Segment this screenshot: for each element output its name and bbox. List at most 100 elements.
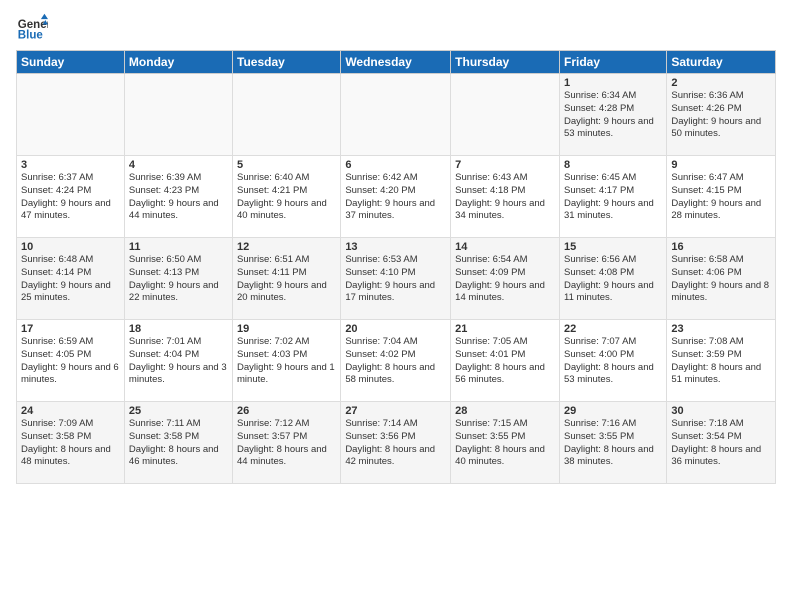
- calendar-cell: 3Sunrise: 6:37 AM Sunset: 4:24 PM Daylig…: [17, 156, 125, 238]
- day-info: Sunrise: 6:34 AM Sunset: 4:28 PM Dayligh…: [564, 90, 662, 141]
- day-info: Sunrise: 7:05 AM Sunset: 4:01 PM Dayligh…: [455, 336, 555, 387]
- calendar-cell: 26Sunrise: 7:12 AM Sunset: 3:57 PM Dayli…: [233, 402, 341, 484]
- calendar-cell: 11Sunrise: 6:50 AM Sunset: 4:13 PM Dayli…: [124, 238, 232, 320]
- page: General Blue SundayMondayTuesdayWednesda…: [0, 0, 792, 612]
- day-info: Sunrise: 6:43 AM Sunset: 4:18 PM Dayligh…: [455, 172, 555, 223]
- day-number: 9: [671, 159, 771, 171]
- day-number: 8: [564, 159, 662, 171]
- calendar-week: 3Sunrise: 6:37 AM Sunset: 4:24 PM Daylig…: [17, 156, 776, 238]
- day-number: 16: [671, 241, 771, 253]
- day-info: Sunrise: 7:18 AM Sunset: 3:54 PM Dayligh…: [671, 418, 771, 469]
- day-info: Sunrise: 6:39 AM Sunset: 4:23 PM Dayligh…: [129, 172, 228, 223]
- day-info: Sunrise: 6:42 AM Sunset: 4:20 PM Dayligh…: [345, 172, 446, 223]
- svg-text:Blue: Blue: [18, 30, 44, 42]
- weekday-header: Friday: [559, 51, 666, 74]
- calendar-cell: 30Sunrise: 7:18 AM Sunset: 3:54 PM Dayli…: [667, 402, 776, 484]
- header-row: SundayMondayTuesdayWednesdayThursdayFrid…: [17, 51, 776, 74]
- day-number: 10: [21, 241, 120, 253]
- calendar-week: 24Sunrise: 7:09 AM Sunset: 3:58 PM Dayli…: [17, 402, 776, 484]
- calendar-cell: 28Sunrise: 7:15 AM Sunset: 3:55 PM Dayli…: [451, 402, 560, 484]
- day-info: Sunrise: 6:48 AM Sunset: 4:14 PM Dayligh…: [21, 254, 120, 305]
- day-number: 17: [21, 323, 120, 335]
- calendar-cell: 24Sunrise: 7:09 AM Sunset: 3:58 PM Dayli…: [17, 402, 125, 484]
- calendar-cell: 18Sunrise: 7:01 AM Sunset: 4:04 PM Dayli…: [124, 320, 232, 402]
- day-info: Sunrise: 7:12 AM Sunset: 3:57 PM Dayligh…: [237, 418, 336, 469]
- day-number: 23: [671, 323, 771, 335]
- calendar-week: 17Sunrise: 6:59 AM Sunset: 4:05 PM Dayli…: [17, 320, 776, 402]
- calendar: SundayMondayTuesdayWednesdayThursdayFrid…: [16, 50, 776, 484]
- calendar-cell: 7Sunrise: 6:43 AM Sunset: 4:18 PM Daylig…: [451, 156, 560, 238]
- day-number: 27: [345, 405, 446, 417]
- day-number: 1: [564, 77, 662, 89]
- calendar-cell: [451, 74, 560, 156]
- day-info: Sunrise: 6:37 AM Sunset: 4:24 PM Dayligh…: [21, 172, 120, 223]
- day-number: 18: [129, 323, 228, 335]
- calendar-cell: 14Sunrise: 6:54 AM Sunset: 4:09 PM Dayli…: [451, 238, 560, 320]
- day-number: 19: [237, 323, 336, 335]
- calendar-cell: 20Sunrise: 7:04 AM Sunset: 4:02 PM Dayli…: [341, 320, 451, 402]
- day-number: 24: [21, 405, 120, 417]
- day-info: Sunrise: 7:02 AM Sunset: 4:03 PM Dayligh…: [237, 336, 336, 387]
- weekday-header: Wednesday: [341, 51, 451, 74]
- logo: General Blue: [16, 12, 52, 44]
- calendar-cell: 2Sunrise: 6:36 AM Sunset: 4:26 PM Daylig…: [667, 74, 776, 156]
- day-info: Sunrise: 6:50 AM Sunset: 4:13 PM Dayligh…: [129, 254, 228, 305]
- day-info: Sunrise: 6:59 AM Sunset: 4:05 PM Dayligh…: [21, 336, 120, 387]
- weekday-header: Saturday: [667, 51, 776, 74]
- calendar-cell: 22Sunrise: 7:07 AM Sunset: 4:00 PM Dayli…: [559, 320, 666, 402]
- day-info: Sunrise: 6:47 AM Sunset: 4:15 PM Dayligh…: [671, 172, 771, 223]
- logo-icon: General Blue: [16, 12, 48, 44]
- day-number: 7: [455, 159, 555, 171]
- day-info: Sunrise: 6:45 AM Sunset: 4:17 PM Dayligh…: [564, 172, 662, 223]
- calendar-cell: 8Sunrise: 6:45 AM Sunset: 4:17 PM Daylig…: [559, 156, 666, 238]
- day-info: Sunrise: 7:04 AM Sunset: 4:02 PM Dayligh…: [345, 336, 446, 387]
- day-info: Sunrise: 7:09 AM Sunset: 3:58 PM Dayligh…: [21, 418, 120, 469]
- day-number: 26: [237, 405, 336, 417]
- day-number: 15: [564, 241, 662, 253]
- day-number: 25: [129, 405, 228, 417]
- day-number: 20: [345, 323, 446, 335]
- day-number: 4: [129, 159, 228, 171]
- day-info: Sunrise: 7:15 AM Sunset: 3:55 PM Dayligh…: [455, 418, 555, 469]
- day-number: 21: [455, 323, 555, 335]
- weekday-header: Tuesday: [233, 51, 341, 74]
- calendar-cell: [341, 74, 451, 156]
- day-info: Sunrise: 7:16 AM Sunset: 3:55 PM Dayligh…: [564, 418, 662, 469]
- day-info: Sunrise: 7:08 AM Sunset: 3:59 PM Dayligh…: [671, 336, 771, 387]
- day-number: 22: [564, 323, 662, 335]
- calendar-cell: 23Sunrise: 7:08 AM Sunset: 3:59 PM Dayli…: [667, 320, 776, 402]
- calendar-cell: 19Sunrise: 7:02 AM Sunset: 4:03 PM Dayli…: [233, 320, 341, 402]
- calendar-cell: [124, 74, 232, 156]
- day-info: Sunrise: 7:11 AM Sunset: 3:58 PM Dayligh…: [129, 418, 228, 469]
- calendar-cell: 16Sunrise: 6:58 AM Sunset: 4:06 PM Dayli…: [667, 238, 776, 320]
- calendar-cell: 4Sunrise: 6:39 AM Sunset: 4:23 PM Daylig…: [124, 156, 232, 238]
- calendar-week: 1Sunrise: 6:34 AM Sunset: 4:28 PM Daylig…: [17, 74, 776, 156]
- day-number: 28: [455, 405, 555, 417]
- day-info: Sunrise: 6:40 AM Sunset: 4:21 PM Dayligh…: [237, 172, 336, 223]
- calendar-cell: 12Sunrise: 6:51 AM Sunset: 4:11 PM Dayli…: [233, 238, 341, 320]
- weekday-header: Thursday: [451, 51, 560, 74]
- calendar-cell: 25Sunrise: 7:11 AM Sunset: 3:58 PM Dayli…: [124, 402, 232, 484]
- calendar-cell: 1Sunrise: 6:34 AM Sunset: 4:28 PM Daylig…: [559, 74, 666, 156]
- day-number: 2: [671, 77, 771, 89]
- calendar-cell: 15Sunrise: 6:56 AM Sunset: 4:08 PM Dayli…: [559, 238, 666, 320]
- day-info: Sunrise: 6:54 AM Sunset: 4:09 PM Dayligh…: [455, 254, 555, 305]
- day-number: 3: [21, 159, 120, 171]
- header: General Blue: [16, 12, 776, 44]
- weekday-header: Monday: [124, 51, 232, 74]
- calendar-cell: 6Sunrise: 6:42 AM Sunset: 4:20 PM Daylig…: [341, 156, 451, 238]
- day-info: Sunrise: 6:53 AM Sunset: 4:10 PM Dayligh…: [345, 254, 446, 305]
- day-number: 5: [237, 159, 336, 171]
- day-info: Sunrise: 6:51 AM Sunset: 4:11 PM Dayligh…: [237, 254, 336, 305]
- day-number: 30: [671, 405, 771, 417]
- day-number: 29: [564, 405, 662, 417]
- calendar-cell: [233, 74, 341, 156]
- calendar-cell: 29Sunrise: 7:16 AM Sunset: 3:55 PM Dayli…: [559, 402, 666, 484]
- day-info: Sunrise: 7:14 AM Sunset: 3:56 PM Dayligh…: [345, 418, 446, 469]
- day-number: 11: [129, 241, 228, 253]
- day-info: Sunrise: 6:56 AM Sunset: 4:08 PM Dayligh…: [564, 254, 662, 305]
- calendar-week: 10Sunrise: 6:48 AM Sunset: 4:14 PM Dayli…: [17, 238, 776, 320]
- calendar-cell: 17Sunrise: 6:59 AM Sunset: 4:05 PM Dayli…: [17, 320, 125, 402]
- day-number: 14: [455, 241, 555, 253]
- calendar-cell: 21Sunrise: 7:05 AM Sunset: 4:01 PM Dayli…: [451, 320, 560, 402]
